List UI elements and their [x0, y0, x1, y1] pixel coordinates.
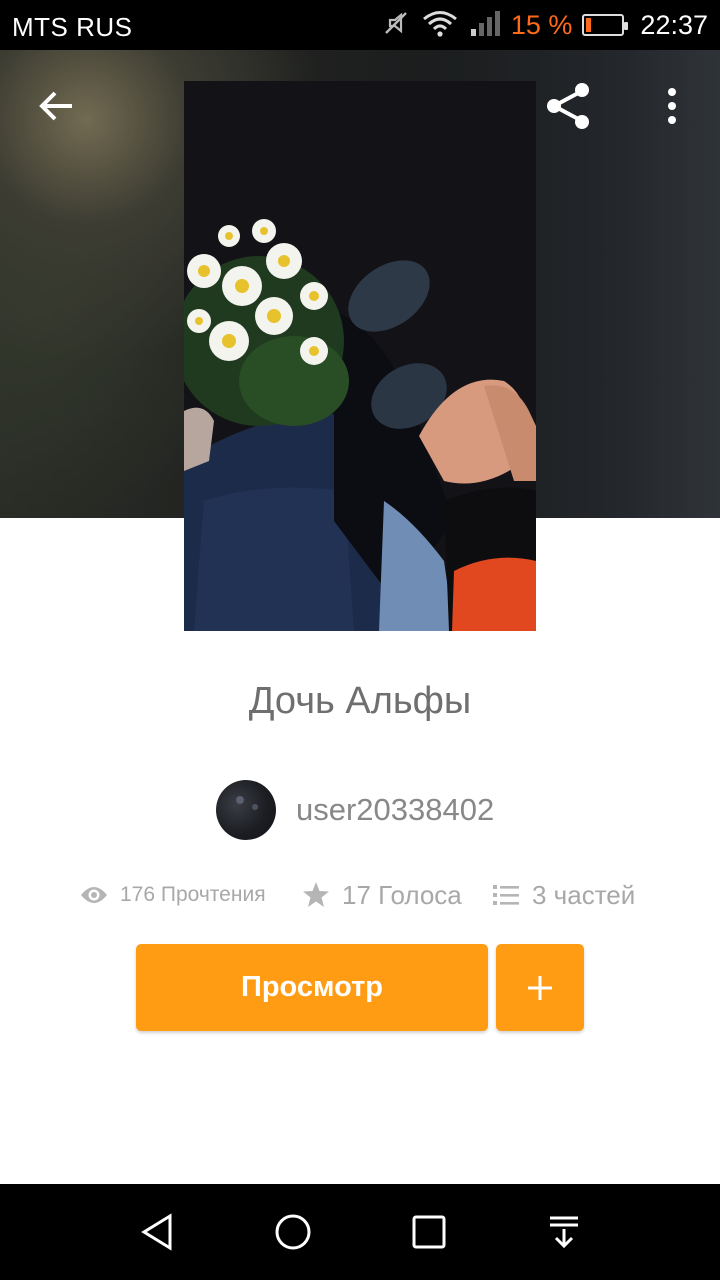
add-to-library-button[interactable]	[496, 944, 584, 1031]
more-options-button[interactable]	[648, 80, 696, 132]
battery-icon	[582, 14, 629, 36]
more-vert-icon	[668, 88, 676, 124]
recents-square-icon	[412, 1215, 446, 1249]
battery-fill	[586, 18, 592, 32]
plus-icon	[528, 975, 552, 1000]
eye-icon	[81, 887, 107, 903]
author-name[interactable]: user20338402	[296, 792, 494, 828]
story-stats: 176 Прочтения 17 Голоса 3 частей	[0, 872, 720, 918]
battery-percent: 15 %	[510, 9, 573, 40]
story-title: Дочь Альфы	[248, 680, 472, 722]
system-nav-bar	[0, 1184, 720, 1280]
clock: 22:37	[640, 9, 708, 40]
signal-icon	[469, 8, 501, 43]
avatar[interactable]	[216, 780, 276, 840]
author-row[interactable]: user20338402	[216, 779, 494, 841]
nav-recents-button[interactable]	[401, 1204, 457, 1260]
parts-count: 3 частей	[532, 879, 636, 910]
parts-stat: 3 частей	[492, 872, 635, 918]
nav-notifications-button[interactable]	[536, 1204, 592, 1260]
read-button-label: Просмотр	[241, 971, 383, 1003]
share-button[interactable]	[538, 78, 598, 134]
nav-home-button[interactable]	[265, 1204, 321, 1260]
read-button[interactable]: Просмотр	[136, 944, 488, 1031]
arrow-left-icon	[39, 91, 72, 121]
back-button[interactable]	[28, 80, 84, 132]
home-circle-icon	[275, 1214, 311, 1250]
status-icons: 15 % 22:37	[381, 8, 708, 42]
votes-stat: 17 Голоса	[302, 872, 462, 918]
votes-count: 17 Голоса	[342, 879, 462, 910]
wifi-icon	[421, 8, 459, 43]
share-icon	[547, 83, 589, 129]
reads-count: 176 Прочтения	[120, 883, 266, 906]
carrier-name: MTS RUS	[12, 12, 133, 42]
reads-stat: 176 Прочтения	[80, 872, 266, 918]
notification-pull-icon	[550, 1216, 578, 1249]
status-bar: MTS RUS 15 % 22:37	[0, 0, 720, 50]
story-cover-image[interactable]	[184, 81, 536, 631]
back-triangle-icon	[141, 1213, 172, 1251]
star-icon	[303, 882, 329, 907]
nav-back-button[interactable]	[130, 1204, 186, 1260]
mute-icon	[381, 8, 411, 43]
list-icon	[493, 885, 519, 905]
